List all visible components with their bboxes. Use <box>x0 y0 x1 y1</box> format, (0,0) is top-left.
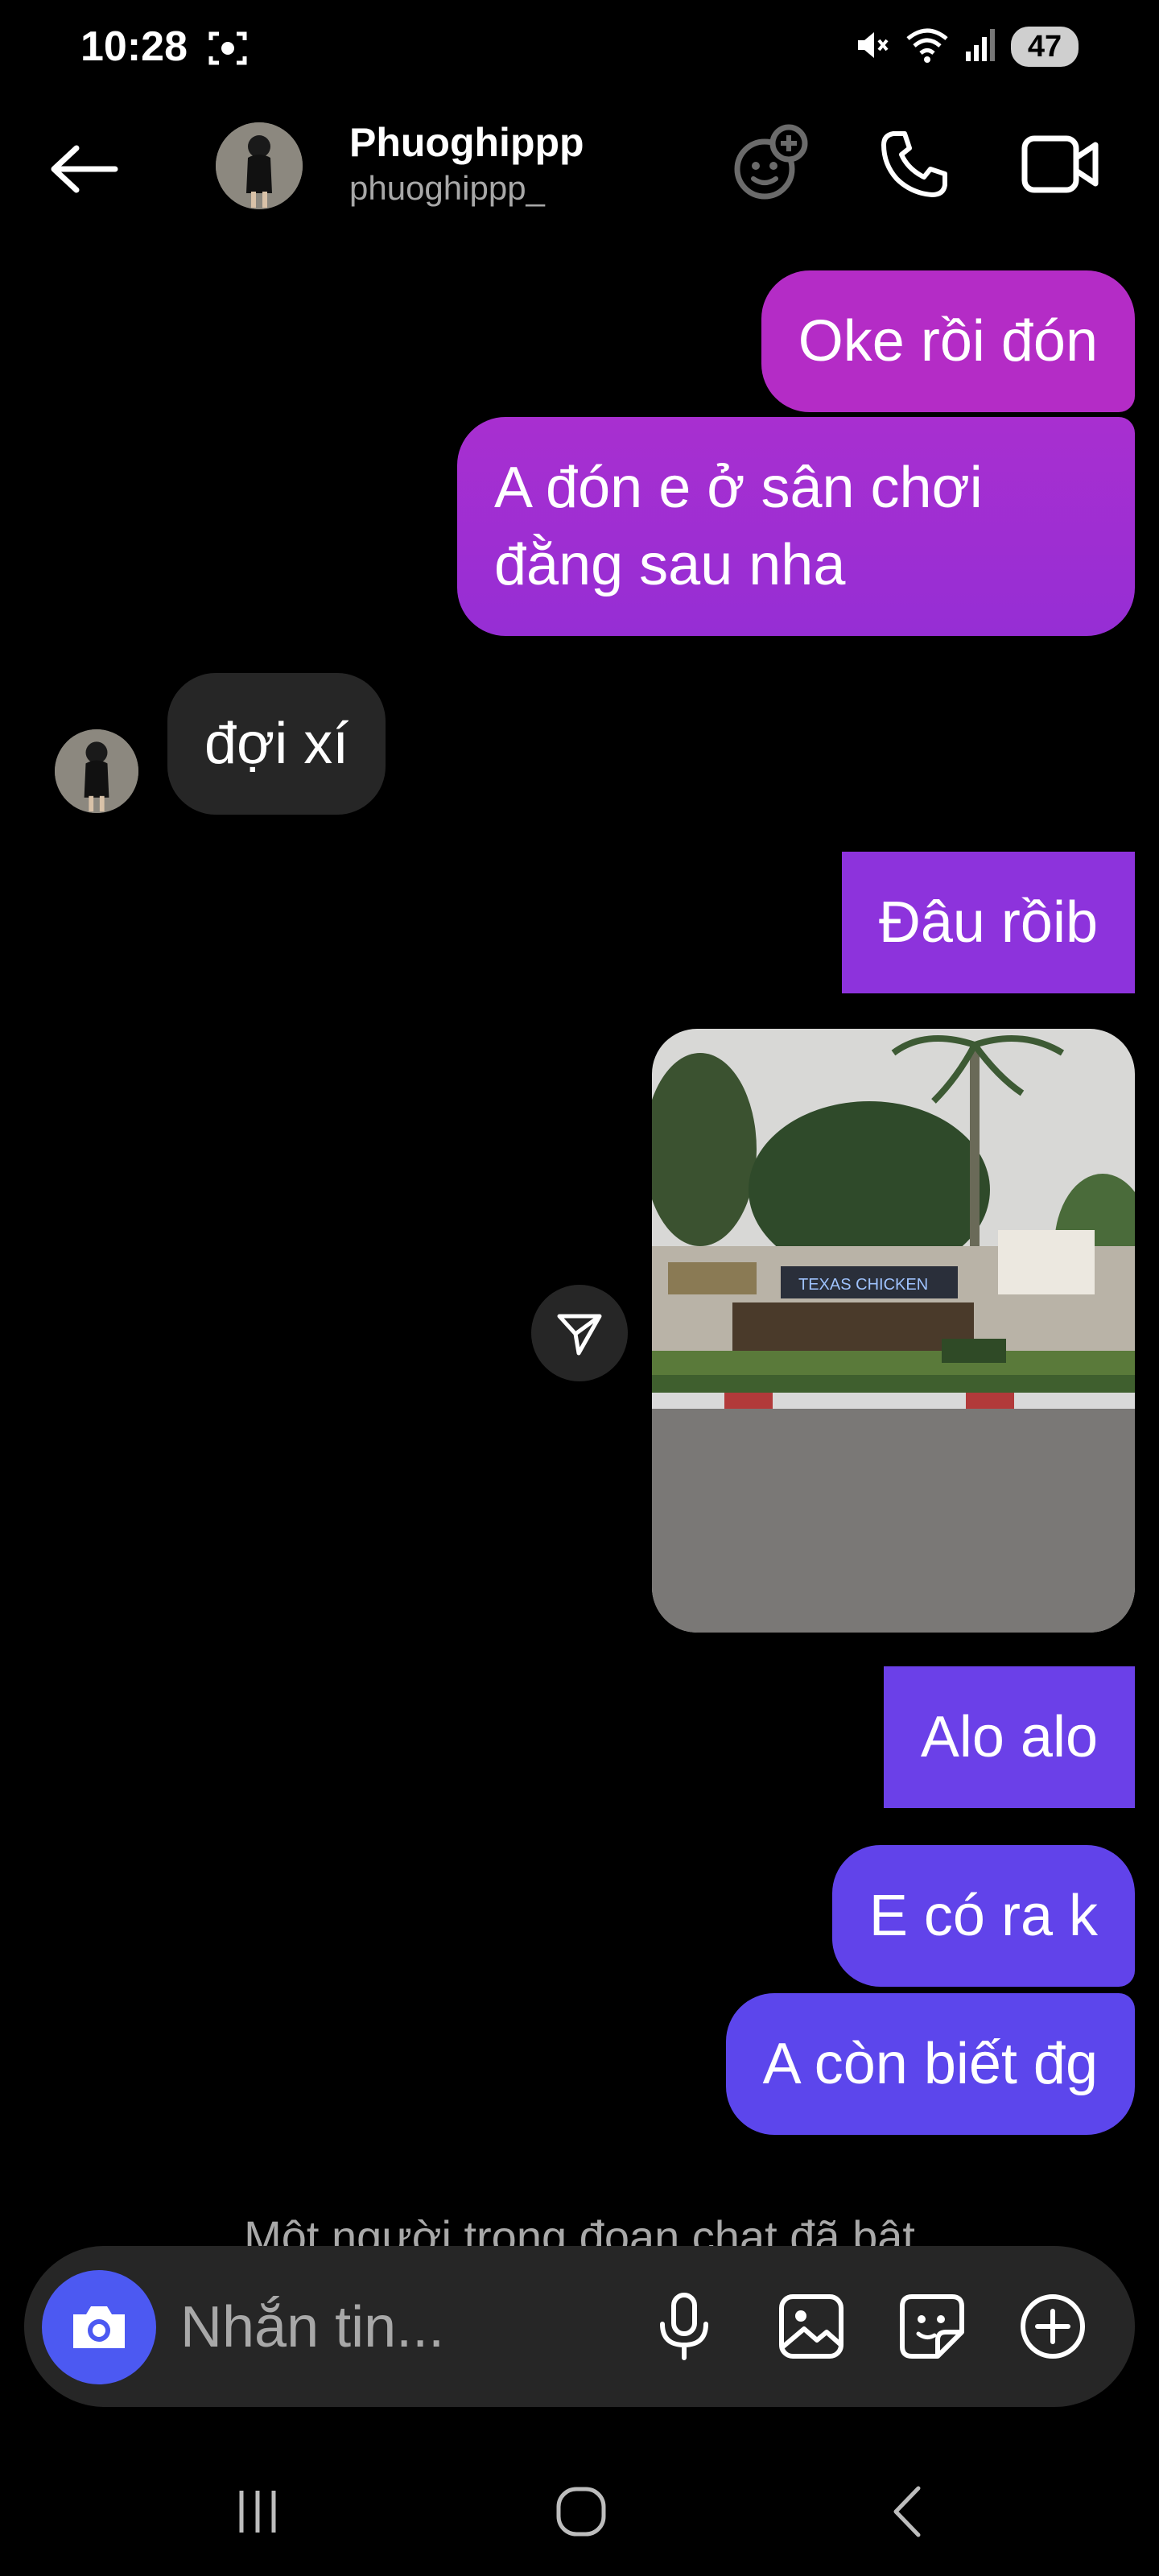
status-icons: 47 <box>852 24 1079 69</box>
battery-level: 47 <box>1027 29 1062 64</box>
recent-apps-button[interactable] <box>209 2471 306 2552</box>
chat-header: Phuoghippp phuoghippp_ <box>0 113 1159 225</box>
plus-icon <box>1021 2294 1085 2359</box>
gallery-button[interactable] <box>771 2286 852 2367</box>
message-bubble-outgoing[interactable]: Oke rồi đón <box>761 270 1135 412</box>
home-button[interactable] <box>533 2471 629 2552</box>
avatar[interactable] <box>216 122 303 209</box>
message-bubble-outgoing[interactable]: Đâu rồib <box>841 852 1135 993</box>
phone-icon <box>881 131 947 197</box>
message-bubble-outgoing[interactable]: A còn biết đg <box>725 1993 1135 2135</box>
status-bar: 10:28 47 <box>0 0 1159 97</box>
screen-record-icon <box>208 29 248 68</box>
send-icon <box>557 1314 602 1356</box>
message-composer <box>24 2246 1135 2407</box>
battery-icon: 47 <box>1011 27 1079 67</box>
status-time: 10:28 <box>80 23 188 70</box>
message-input[interactable] <box>179 2278 584 2376</box>
microphone-button[interactable] <box>644 2286 724 2367</box>
recent-apps-icon <box>239 2491 276 2533</box>
sticker-icon <box>900 2294 964 2359</box>
microphone-icon <box>660 2293 708 2360</box>
call-button[interactable] <box>876 126 953 203</box>
photo-message[interactable]: TEXAS CHICKEN <box>652 1029 1135 1633</box>
avatar[interactable] <box>55 729 138 813</box>
gallery-icon <box>779 2294 843 2359</box>
nav-back-button[interactable] <box>858 2471 955 2552</box>
effects-icon <box>734 124 808 200</box>
camera-icon <box>73 2306 125 2348</box>
signal-icon <box>964 27 996 67</box>
video-call-icon <box>1021 135 1099 193</box>
contact-handle[interactable]: phuoghippp_ <box>349 169 545 208</box>
home-icon <box>556 2487 606 2537</box>
video-call-button[interactable] <box>1016 126 1104 203</box>
message-bubble-outgoing[interactable]: A đón e ở sân chơi đằng sau nha <box>457 417 1135 636</box>
contact-name[interactable]: Phuoghippp <box>349 119 584 166</box>
share-button[interactable] <box>531 1285 628 1381</box>
message-bubble-outgoing[interactable]: Alo alo <box>883 1666 1135 1808</box>
chat-notice: Một người trong đoạn chat đã bật <box>244 2211 915 2252</box>
more-button[interactable] <box>1013 2286 1093 2367</box>
photo-sign-text: TEXAS CHICKEN <box>798 1276 928 1294</box>
mute-icon <box>852 26 890 68</box>
message-bubble-outgoing[interactable]: E có ra k <box>831 1845 1135 1987</box>
wifi-icon <box>905 26 950 68</box>
camera-button[interactable] <box>42 2270 156 2384</box>
back-arrow-icon <box>51 145 118 193</box>
back-icon <box>893 2486 921 2537</box>
back-button[interactable] <box>47 137 121 201</box>
sticker-button[interactable] <box>892 2286 972 2367</box>
message-bubble-incoming[interactable]: đợi xí <box>167 673 386 815</box>
system-nav-bar <box>0 2447 1159 2576</box>
effects-button[interactable] <box>729 121 813 204</box>
